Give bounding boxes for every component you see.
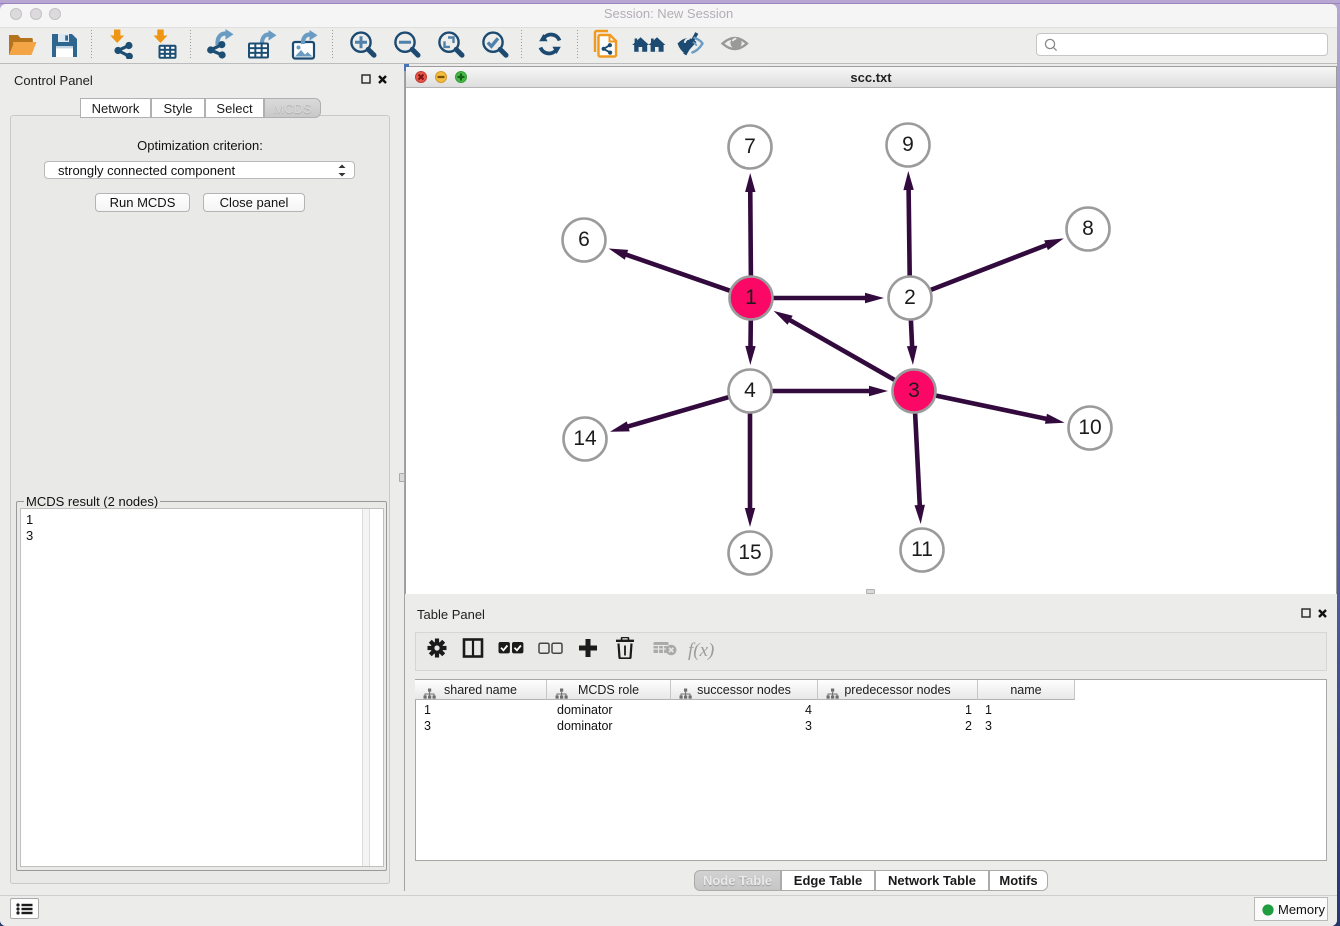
svg-text:4: 4 xyxy=(744,379,756,402)
svg-text:6: 6 xyxy=(578,228,590,251)
svg-text:9: 9 xyxy=(902,133,914,156)
svg-text:14: 14 xyxy=(573,427,597,450)
svg-text:11: 11 xyxy=(911,538,933,561)
svg-text:10: 10 xyxy=(1078,416,1101,439)
svg-text:2: 2 xyxy=(904,286,916,309)
svg-text:3: 3 xyxy=(908,379,920,402)
svg-text:8: 8 xyxy=(1082,217,1094,240)
svg-text:1: 1 xyxy=(745,286,757,309)
svg-text:15: 15 xyxy=(738,541,761,564)
svg-text:7: 7 xyxy=(744,135,756,158)
